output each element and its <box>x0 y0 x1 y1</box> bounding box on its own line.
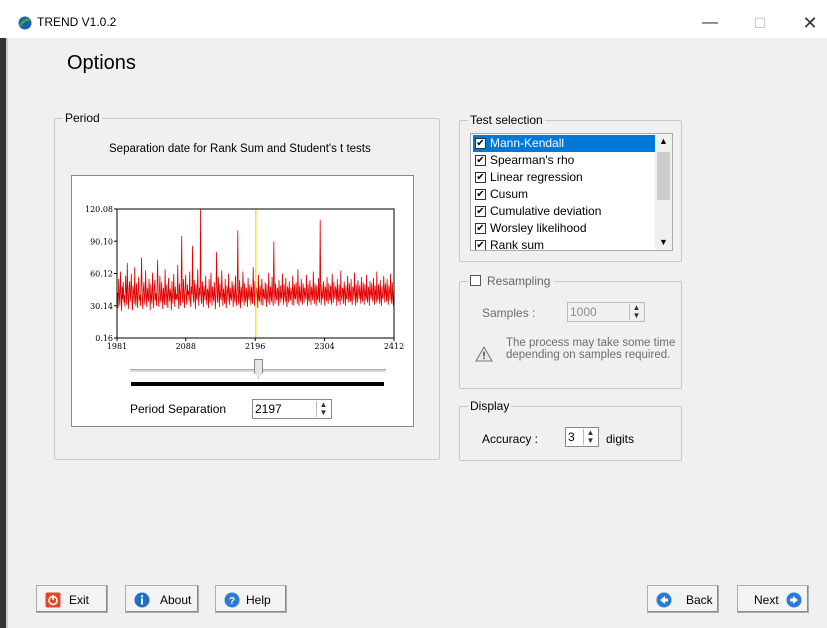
list-scrollbar[interactable]: ▲ ▼ <box>655 134 672 250</box>
x-tick-label: 2088 <box>176 342 196 351</box>
resampling-label: Resampling <box>487 274 551 288</box>
arrow-left-icon <box>656 592 672 608</box>
arrow-right-icon <box>786 592 802 608</box>
x-tick-label: 2196 <box>245 342 265 351</box>
period-separation-label: Period Separation <box>130 402 227 416</box>
list-item-label: Spearman's rho <box>490 153 575 167</box>
period-range-bar <box>131 382 384 386</box>
help-label: Help <box>246 593 271 607</box>
next-label: Next <box>754 593 779 607</box>
accuracy-value[interactable]: 3 <box>568 430 575 444</box>
chart-panel: 0.16 30.14 60.12 90.10 120.08 1981 2088 2196 230… <box>71 175 414 427</box>
resampling-warning-text: The process may take some time depending… <box>506 337 676 361</box>
checkbox-checked-icon[interactable]: ✔ <box>475 138 486 149</box>
exit-icon <box>45 592 61 608</box>
next-button[interactable]: Next <box>737 585 809 613</box>
list-item-label: Cusum <box>490 187 529 201</box>
checkbox-checked-icon[interactable]: ✔ <box>475 223 486 234</box>
app-logo-icon <box>18 16 32 30</box>
checkbox-checked-icon[interactable]: ✔ <box>475 189 486 200</box>
period-legend: Period <box>63 111 102 125</box>
window-title: TREND V1.0.2 <box>37 15 117 29</box>
x-tick-label: 1981 <box>107 342 127 351</box>
stepper-arrows-icon[interactable]: ▲ ▼ <box>583 429 597 445</box>
digits-label: digits <box>606 432 635 446</box>
svg-text:?: ? <box>229 596 235 607</box>
period-separation-value[interactable]: 2197 <box>255 402 282 416</box>
samples-value[interactable]: 1000 <box>570 305 597 319</box>
y-tick-label: 30.14 <box>90 302 113 311</box>
back-button[interactable]: Back <box>647 585 719 613</box>
list-item-cusum[interactable]: ✔ Cusum <box>473 186 655 203</box>
list-item-mann-kendall[interactable]: ✔ Mann-Kendall <box>473 135 655 152</box>
scrollbar-thumb[interactable] <box>657 152 670 200</box>
checkbox-checked-icon[interactable]: ✔ <box>475 172 486 183</box>
test-selection-group: Test selection ✔ Mann-Kendall ✔ Spearman… <box>459 113 682 262</box>
about-button[interactable]: About <box>125 585 199 613</box>
exit-button[interactable]: Exit <box>36 585 108 613</box>
stepper-arrows-icon[interactable]: ▲ ▼ <box>629 304 643 320</box>
x-tick-label: 2412 <box>384 342 404 351</box>
period-group: Period Separation date for Rank Sum and … <box>54 111 440 460</box>
y-tick-label: 90.10 <box>90 237 113 246</box>
period-caption: Separation date for Rank Sum and Student… <box>109 143 371 155</box>
list-item-label: Mann-Kendall <box>490 136 565 150</box>
stepper-arrows-icon[interactable]: ▲ ▼ <box>316 401 330 417</box>
scroll-down-icon[interactable]: ▼ <box>659 237 668 247</box>
test-selection-legend: Test selection <box>468 113 545 127</box>
help-icon: ? <box>224 592 240 608</box>
list-item-spearmans-rho[interactable]: ✔ Spearman's rho <box>473 152 655 169</box>
warning-icon <box>475 346 493 362</box>
minimize-button[interactable]: — <box>690 8 730 38</box>
help-button[interactable]: ? Help <box>215 585 287 613</box>
page-title: Options <box>67 52 136 74</box>
title-bar: TREND V1.0.2 — ☐ ✕ <box>0 0 827 38</box>
close-button[interactable]: ✕ <box>790 8 827 38</box>
list-item-rank-sum[interactable]: ✔ Rank sum <box>473 237 655 251</box>
list-item-cumulative-deviation[interactable]: ✔ Cumulative deviation <box>473 203 655 220</box>
y-tick-label: 60.12 <box>90 270 113 279</box>
display-legend: Display <box>468 399 512 413</box>
checkbox-checked-icon[interactable]: ✔ <box>475 240 486 250</box>
list-item-worsley-likelihood[interactable]: ✔ Worsley likelihood <box>473 220 655 237</box>
x-tick-label: 2304 <box>314 342 334 351</box>
back-label: Back <box>686 593 713 607</box>
scroll-up-icon[interactable]: ▲ <box>659 136 668 146</box>
accuracy-stepper[interactable]: 3 ▲ ▼ <box>565 427 599 447</box>
y-tick-label: 120.08 <box>85 205 113 214</box>
list-item-label: Cumulative deviation <box>490 204 602 218</box>
accuracy-label: Accuracy : <box>482 432 539 446</box>
checkbox-unchecked-icon[interactable] <box>470 275 481 286</box>
time-series-chart: 0.1630.1460.1290.10120.081981 2088 2196 230… <box>85 205 404 351</box>
window-left-edge-inner <box>6 38 8 628</box>
samples-label: Samples : <box>482 306 536 320</box>
checkbox-checked-icon[interactable]: ✔ <box>475 206 486 217</box>
samples-stepper[interactable]: 1000 ▲ ▼ <box>567 302 645 322</box>
period-separation-stepper[interactable]: 2197 ▲ ▼ <box>252 399 332 419</box>
list-item-label: Rank sum <box>490 238 545 251</box>
list-item-linear-regression[interactable]: ✔ Linear regression <box>473 169 655 186</box>
test-listbox[interactable]: ✔ Mann-Kendall ✔ Spearman's rho ✔ Linear… <box>470 133 673 251</box>
list-item-label: Linear regression <box>490 170 583 184</box>
period-slider-thumb[interactable] <box>254 359 263 379</box>
resampling-checkbox[interactable]: Resampling <box>468 274 555 288</box>
maximize-button[interactable]: ☐ <box>740 8 780 38</box>
display-group: Display Accuracy : 3 ▲ ▼ digits <box>459 399 682 461</box>
exit-label: Exit <box>69 593 90 607</box>
resampling-group: Resampling Samples : 1000 ▲ ▼ The process… <box>459 274 682 389</box>
checkbox-checked-icon[interactable]: ✔ <box>475 155 486 166</box>
about-label: About <box>160 593 192 607</box>
list-item-label: Worsley likelihood <box>490 221 587 235</box>
info-icon <box>134 592 150 608</box>
